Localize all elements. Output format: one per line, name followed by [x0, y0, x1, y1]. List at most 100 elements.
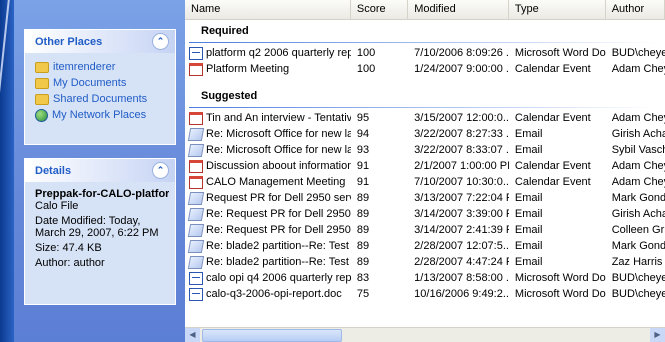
list-item[interactable]: Platform Meeting 100 1/24/2007 9:00:00 ...… [185, 61, 665, 77]
list-item[interactable]: Request PR for Dell 2950 server--... 89 3/… [185, 190, 665, 206]
calendar-event-icon [189, 159, 203, 173]
place-label: itemrenderer [53, 61, 116, 73]
shared-folder-icon [35, 93, 49, 105]
email-icon [187, 239, 205, 253]
item-modified: 3/15/2007 12:00:0... [414, 112, 509, 124]
column-header-type[interactable]: Type [509, 0, 606, 19]
item-author: Girish Achar [611, 208, 665, 220]
list-item[interactable]: CALO Management Meeting 91 7/10/2007 10:30… [185, 174, 665, 190]
item-type: Microsoft Word Doc... [514, 272, 606, 284]
other-places-list: itemrenderer My Documents Shared Documen… [25, 53, 175, 127]
item-name-cell: Tin and An interview - Tentative - ... [185, 110, 351, 126]
group-header[interactable]: Required [185, 20, 665, 42]
column-header-author[interactable]: Author [606, 0, 665, 19]
item-score: 89 [356, 208, 370, 220]
item-author: Adam Cheye [611, 160, 665, 172]
item-author: Adam Cheye [611, 112, 665, 124]
group-divider [189, 107, 657, 108]
details-header[interactable]: Details ⌃ [25, 159, 175, 182]
item-type: Email [514, 224, 543, 236]
item-author: BUD\cheyer [611, 288, 665, 300]
item-author: Adam Cheye [611, 176, 665, 188]
place-shared-documents[interactable]: Shared Documents [25, 91, 175, 107]
item-name: Discussion aboout information ext... [206, 160, 351, 172]
item-modified: 7/10/2007 10:30:0... [414, 176, 509, 188]
item-author: Sybil Vasche [611, 144, 665, 156]
folder-icon [35, 61, 49, 73]
list-item[interactable]: Re: blade2 partition--Re: Test Mai... 89 2… [185, 238, 665, 254]
item-name-cell: Platform Meeting [185, 61, 351, 77]
item-name-cell: Re: Microsoft Office for new laptops [185, 126, 351, 142]
list-item[interactable]: Discussion aboout information ext... 91 2/… [185, 158, 665, 174]
scroll-left-icon[interactable]: ◀ [185, 328, 200, 342]
item-name-cell: Discussion aboout information ext... [185, 158, 351, 174]
list-item[interactable]: Tin and An interview - Tentative - ... 95… [185, 110, 665, 126]
place-network-places[interactable]: My Network Places [25, 107, 175, 123]
place-my-documents[interactable]: My Documents [25, 75, 175, 91]
horizontal-scrollbar[interactable]: ◀ ▶ [185, 327, 665, 342]
item-type: Calendar Event [514, 176, 591, 188]
item-modified: 1/13/2007 8:58:00 ... [414, 272, 509, 284]
column-header-name[interactable]: Name [185, 0, 351, 19]
item-type: Calendar Event [514, 160, 591, 172]
details-file-name: Preppak-for-CALO-platform [35, 188, 169, 200]
scroll-right-icon[interactable]: ▶ [650, 328, 665, 342]
list-item[interactable]: Re: Request PR for Dell 2950 serv... 89 3/… [185, 222, 665, 238]
calendar-event-icon [189, 175, 203, 189]
item-author: BUD\cheyer [611, 272, 665, 284]
column-header-modified[interactable]: Modified [408, 0, 509, 19]
list-item[interactable]: platform q2 2006 quarterly report... 100 7… [185, 45, 665, 61]
list-item[interactable]: Re: blade2 partition--Re: Test Mai... 89 2… [185, 254, 665, 270]
item-score: 94 [356, 128, 370, 140]
list-item[interactable]: calo-q3-2006-opi-report.doc 75 10/16/2006 … [185, 286, 665, 302]
place-itemrenderer[interactable]: itemrenderer [25, 59, 175, 75]
item-type: Email [514, 192, 543, 204]
item-name-cell: Re: blade2 partition--Re: Test Mai... [185, 238, 351, 254]
other-places-header[interactable]: Other Places ⌃ [25, 30, 175, 53]
item-modified: 10/16/2006 9:49:2... [414, 288, 509, 300]
item-type: Email [514, 256, 543, 268]
item-score: 95 [356, 112, 370, 124]
item-modified: 3/14/2007 3:39:00 PM [414, 208, 509, 220]
other-places-title: Other Places [35, 35, 103, 48]
email-icon [187, 223, 205, 237]
item-modified: 2/28/2007 12:07:5... [414, 240, 509, 252]
item-name: Re: Request PR for Dell 2950 serv... [206, 208, 351, 220]
list-item[interactable]: calo opi q4 2006 quarterly report-... 83 1… [185, 270, 665, 286]
item-score: 93 [356, 144, 370, 156]
item-name: platform q2 2006 quarterly report... [206, 47, 351, 59]
column-header-score[interactable]: Score [351, 0, 409, 19]
scrollbar-thumb[interactable] [202, 329, 342, 342]
item-score: 100 [356, 63, 376, 75]
item-author: Mark Gondel [611, 192, 665, 204]
details-date-modified: Date Modified: Today, March 29, 2007, 6:… [35, 215, 159, 239]
item-score: 89 [356, 256, 370, 268]
list-item[interactable]: Re: Microsoft Office for new laptops 93 3/… [185, 142, 665, 158]
item-author: Adam Cheye [611, 63, 665, 75]
my-documents-icon [35, 77, 49, 89]
file-list-view: Name Score Modified Type Author Required… [185, 0, 665, 342]
item-type: Email [514, 208, 543, 220]
details-file-type: Calo File [35, 200, 79, 212]
item-score: 91 [356, 176, 370, 188]
item-author: BUD\cheyer [611, 47, 665, 59]
item-score: 89 [356, 192, 370, 204]
column-header-row: Name Score Modified Type Author [185, 0, 665, 20]
list-item[interactable]: Re: Request PR for Dell 2950 serv... 89 3/… [185, 206, 665, 222]
details-author: Author: author [35, 257, 105, 269]
item-type: Email [514, 240, 543, 252]
email-icon [187, 207, 205, 221]
place-label: My Documents [53, 77, 127, 89]
item-name: Re: blade2 partition--Re: Test Mai... [206, 256, 351, 268]
email-icon [187, 191, 205, 205]
collapse-chevron-up-icon[interactable]: ⌃ [152, 33, 169, 50]
item-type: Calendar Event [514, 63, 591, 75]
group-header[interactable]: Suggested [185, 85, 665, 107]
collapse-chevron-up-icon[interactable]: ⌃ [152, 162, 169, 179]
item-score: 75 [356, 288, 370, 300]
list-item[interactable]: Re: Microsoft Office for new laptops 94 3/… [185, 126, 665, 142]
item-name-cell: Re: Microsoft Office for new laptops [185, 142, 351, 158]
item-modified: 3/22/2007 8:33:07 ... [414, 144, 509, 156]
item-name-cell: calo-q3-2006-opi-report.doc [185, 286, 351, 302]
